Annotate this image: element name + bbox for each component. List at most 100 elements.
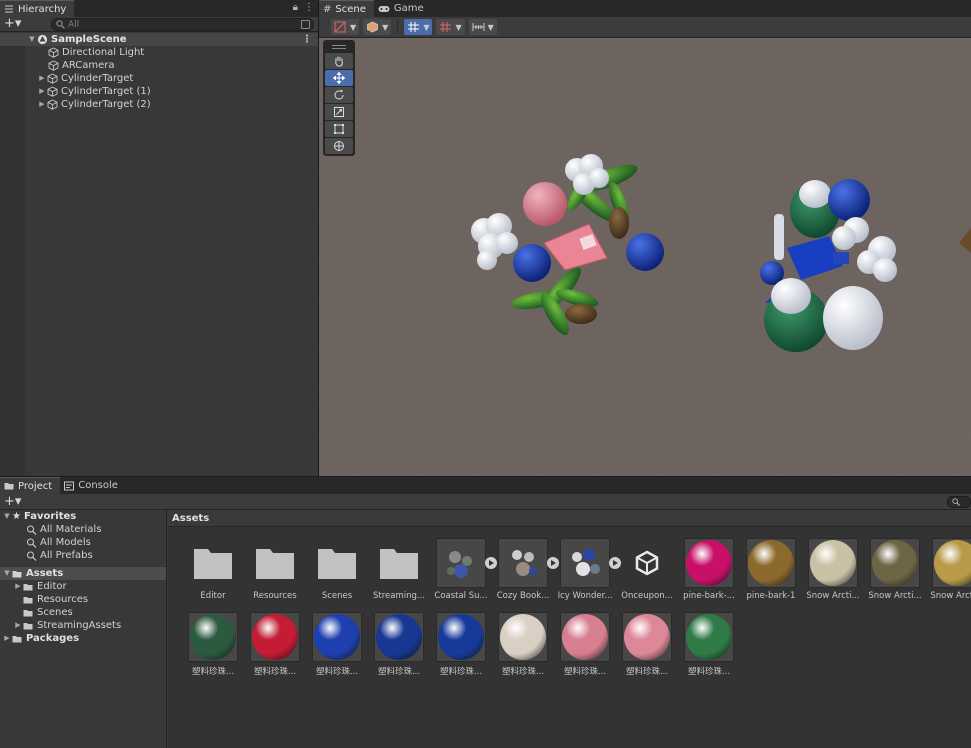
asset-tile[interactable]: 塑料珍珠...	[244, 612, 306, 677]
search-filter-icon[interactable]	[301, 20, 310, 29]
folder-thumb	[312, 538, 362, 588]
material-sphere	[872, 540, 918, 586]
asset-tile[interactable]: 塑料珍珠...	[182, 612, 244, 677]
snap-button[interactable]: ▼	[436, 19, 465, 35]
asset-tile[interactable]: 塑料珍珠...	[306, 612, 368, 677]
asset-tile[interactable]: 塑料珍珠...	[368, 612, 430, 677]
asset-tile[interactable]: Editor	[182, 538, 244, 601]
tab-project[interactable]: Project	[0, 477, 61, 494]
hierarchy-search-input[interactable]: All	[51, 18, 314, 31]
tree-item[interactable]: ▶ CylinderTarget (1)	[0, 85, 318, 98]
grid-toggle-button[interactable]: ▼	[404, 19, 433, 35]
move-tool-button[interactable]	[325, 70, 353, 86]
asset-tile[interactable]: 塑料珍珠...	[678, 612, 740, 677]
favorite-item[interactable]: All Prefabs	[0, 549, 166, 562]
gamepad-icon	[378, 5, 390, 12]
gameobject-cube-icon	[48, 60, 59, 71]
dropdown-arrow-icon: ▼	[487, 22, 494, 32]
favorite-item[interactable]: All Materials	[0, 523, 166, 536]
star-icon: ★	[12, 511, 21, 522]
expand-arrow-icon[interactable]: ▶	[37, 72, 47, 85]
blue-sphere	[513, 244, 551, 282]
folder-thumb	[188, 538, 238, 588]
asset-tile[interactable]: 塑料珍珠...	[430, 612, 492, 677]
folder-item[interactable]: ▶ StreamingAssets	[0, 619, 166, 632]
tab-hierarchy[interactable]: Hierarchy	[0, 0, 75, 17]
scene-row[interactable]: ▼ SampleScene ⋮	[0, 33, 318, 46]
assets-root-row[interactable]: ▼ Assets	[0, 567, 166, 580]
tab-game[interactable]: Game	[373, 0, 432, 17]
collapse-arrow-icon[interactable]: ▼	[2, 510, 12, 523]
asset-tile[interactable]: 塑料珍珠...	[616, 612, 678, 677]
create-asset-button[interactable]: +▾	[4, 495, 26, 508]
asset-tile[interactable]: Snow Arcti...	[926, 538, 971, 601]
asset-tile[interactable]: Cozy Book...	[492, 538, 559, 601]
play-icon[interactable]	[485, 557, 497, 569]
material-thumb	[684, 612, 734, 662]
asset-tile[interactable]: Streaming...	[368, 538, 430, 601]
breadcrumb[interactable]: Assets	[168, 510, 971, 527]
expand-arrow-icon[interactable]: ▶	[37, 98, 47, 111]
asset-tile[interactable]: Scenes	[306, 538, 368, 601]
project-search-input[interactable]	[947, 496, 971, 508]
asset-tile[interactable]: pine-bark-1	[740, 538, 802, 601]
asset-label: 塑料珍珠...	[439, 667, 483, 677]
folder-item[interactable]: ▶ Editor	[0, 580, 166, 593]
tree-item[interactable]: Directional Light	[0, 46, 318, 59]
rect-tool-button[interactable]	[325, 121, 353, 137]
folder-icon	[194, 549, 232, 579]
asset-tile[interactable]: 塑料珍珠...	[492, 612, 554, 677]
asset-tile[interactable]: Onceupon...	[616, 538, 678, 601]
add-object-button[interactable]: +▾	[4, 17, 26, 30]
material-sphere	[748, 540, 794, 586]
tree-item[interactable]: ▶ CylinderTarget	[0, 72, 318, 85]
shading-mode-button[interactable]: ▼	[331, 19, 360, 35]
material-sphere	[314, 614, 360, 660]
search-icon	[56, 20, 65, 29]
folder-item-label: Editor	[37, 581, 67, 592]
unity-scene-icon	[37, 34, 48, 45]
expand-arrow-icon[interactable]: ▶	[13, 619, 23, 632]
asset-tile[interactable]: 塑料珍珠...	[554, 612, 616, 677]
asset-tile[interactable]: pine-bark-...	[678, 538, 740, 601]
tree-item[interactable]: ▶ CylinderTarget (2)	[0, 98, 318, 111]
play-icon[interactable]	[609, 557, 621, 569]
collapse-arrow-icon[interactable]: ▼	[2, 567, 12, 580]
hand-tool-button[interactable]	[325, 53, 353, 69]
tab-console[interactable]: Console	[60, 477, 126, 494]
material-sphere	[686, 540, 732, 586]
asset-tile[interactable]: Icy Wonder...	[554, 538, 621, 601]
panel-grip[interactable]	[325, 41, 353, 52]
asset-tile[interactable]: Resources	[244, 538, 306, 601]
kebab-menu-icon[interactable]: ⋮	[304, 2, 314, 13]
tree-item[interactable]: ARCamera	[0, 59, 318, 72]
scene-kebab-icon[interactable]: ⋮	[302, 33, 312, 46]
increment-snap-button[interactable]: ▼	[468, 19, 497, 35]
scale-tool-button[interactable]	[325, 104, 353, 120]
lock-icon[interactable]: 🔒︎	[293, 2, 298, 13]
project-toolbar: +▾	[0, 494, 971, 510]
scene-visibility-button[interactable]: ▼	[363, 19, 392, 35]
expand-arrow-icon[interactable]: ▶	[37, 85, 47, 98]
tab-scene[interactable]: # Scene	[319, 0, 374, 17]
folder-item[interactable]: Resources	[0, 593, 166, 606]
packages-row[interactable]: ▶ Packages	[0, 632, 166, 645]
folder-icon	[23, 596, 33, 603]
asset-label: Scenes	[321, 591, 353, 601]
expand-arrow-icon[interactable]: ▶	[13, 580, 23, 593]
open-folder-icon	[12, 570, 22, 577]
expand-arrow-icon[interactable]: ▶	[2, 632, 12, 645]
asset-tile[interactable]: Coastal Su...	[430, 538, 497, 601]
play-icon[interactable]	[547, 557, 559, 569]
asset-tile[interactable]: Snow Arcti...	[802, 538, 864, 601]
collapse-arrow-icon[interactable]: ▼	[27, 33, 37, 46]
transform-gizmo-icon	[334, 141, 344, 151]
rotate-tool-button[interactable]	[325, 87, 353, 103]
scene-viewport[interactable]	[319, 38, 971, 476]
transform-tool-button[interactable]	[325, 138, 353, 154]
asset-tile[interactable]: Snow Arcti...	[864, 538, 926, 601]
folder-item[interactable]: Scenes	[0, 606, 166, 619]
favorites-row[interactable]: ▼ ★ Favorites	[0, 510, 166, 523]
favorite-item[interactable]: All Models	[0, 536, 166, 549]
snow-mound	[823, 286, 883, 350]
